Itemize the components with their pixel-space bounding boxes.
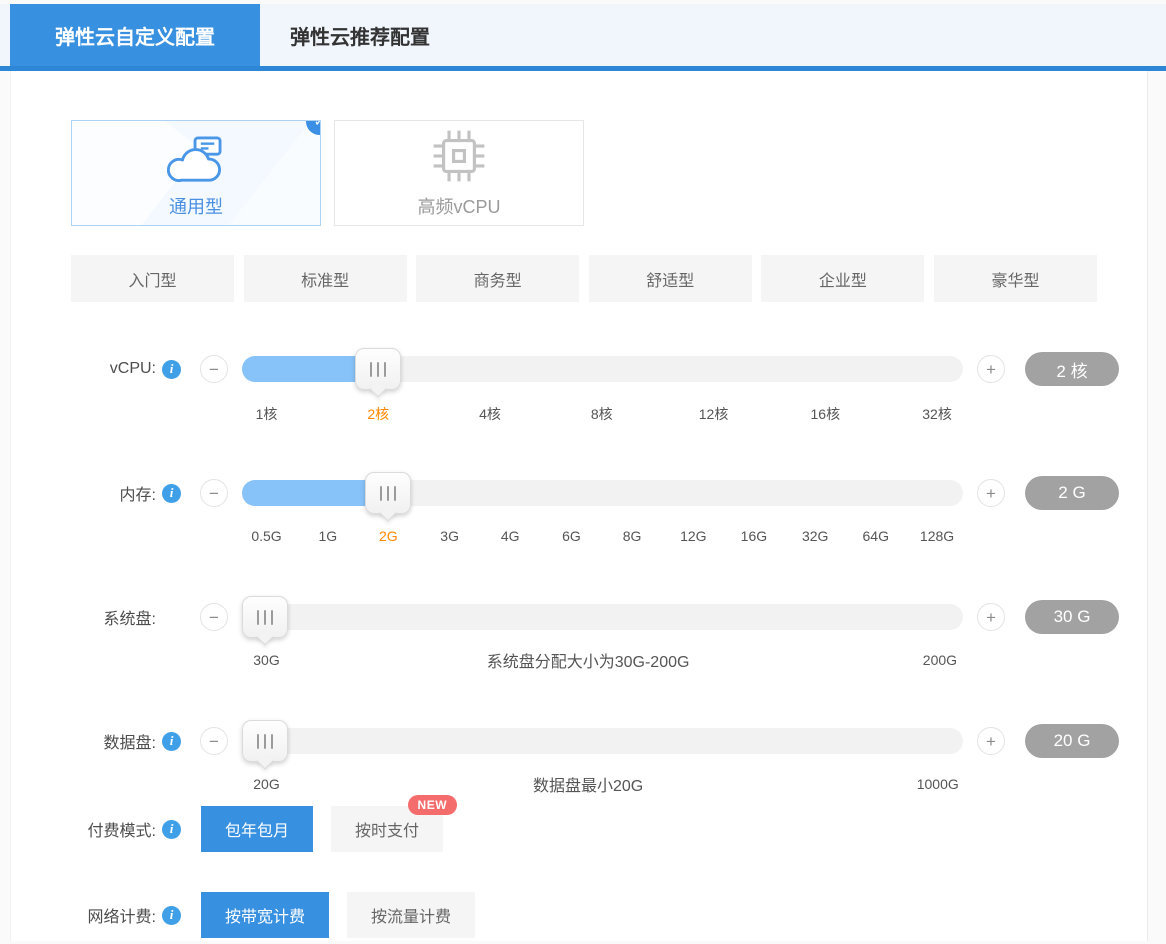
preset-button-3[interactable]: 商务型: [416, 255, 580, 302]
memory-label: 内存:: [119, 487, 156, 504]
system-disk-label: 系统盘:: [103, 611, 156, 628]
system-disk-note: 系统盘分配大小为30G-200G: [486, 654, 690, 671]
memory-increase-button[interactable]: +: [977, 479, 1005, 507]
tab-recommended-config[interactable]: 弹性云推荐配置: [260, 4, 475, 66]
preset-button-5[interactable]: 企业型: [761, 255, 925, 302]
network-billing-label: 网络计费:: [87, 909, 156, 926]
system-disk-increase-button[interactable]: +: [977, 603, 1005, 631]
slider-row-memory: 内存: i − 0.5G 1G 2G 3G 4G 6G 8G 12G 16G 32G 64G 128G +2 …: [11, 464, 1147, 564]
payment-option-prepaid-button[interactable]: 包年包月: [201, 806, 314, 852]
card-label: 高频vCPU: [417, 197, 501, 217]
tab-bar: 弹性云自定义配置 弹性云推荐配置: [0, 4, 1166, 71]
data-disk-note: 数据盘最小20G: [532, 778, 644, 795]
system-disk-label-cell: 系统盘:: [11, 605, 181, 629]
data-disk-slider-handle[interactable]: [242, 720, 289, 762]
data-disk-label: 数据盘:: [103, 735, 156, 752]
memory-tick-128G: 128G: [919, 528, 955, 544]
preset-button-1[interactable]: 入门型: [71, 255, 234, 302]
data-disk-slider-track[interactable]: [242, 720, 963, 762]
vcpu-label: vCPU:: [109, 360, 156, 377]
system-disk-slider-track[interactable]: [242, 596, 963, 638]
data-disk-value-badge: 20 G: [1025, 724, 1119, 758]
cloud-server-icon: [165, 127, 227, 185]
network-billing-label-cell: 网络计费: i: [11, 903, 181, 927]
info-icon[interactable]: i: [162, 731, 181, 751]
vcpu-slider-handle[interactable]: [355, 348, 402, 390]
card-label: 通用型: [169, 197, 223, 217]
vcpu-slider-track[interactable]: [242, 348, 963, 390]
network-billing-row: 网络计费: i 按带宽计费 按流量计费: [11, 886, 1147, 944]
preset-row: 入门型 标准型 商务型 舒适型 企业型 豪华型: [71, 255, 1097, 302]
payment-option-hourly-button[interactable]: 按时支付 NEW: [331, 795, 458, 852]
system-disk-tick-30G: 30G: [253, 652, 280, 668]
slider-row-data-disk: 数据盘: i − 20G 1000G 数据盘最小20G +20 G: [11, 712, 1147, 812]
info-icon[interactable]: i: [162, 819, 181, 839]
system-disk-decrease-button[interactable]: −: [200, 603, 228, 631]
instance-type-cards: ✓ 通用型: [71, 120, 584, 226]
memory-decrease-button[interactable]: −: [200, 479, 228, 507]
info-icon[interactable]: i: [162, 359, 181, 379]
vcpu-tick-8核: 8核: [590, 406, 613, 422]
new-badge: NEW: [407, 795, 458, 815]
vcpu-tick-32核: 32核: [922, 406, 952, 422]
network-option-bandwidth-button[interactable]: 按带宽计费: [201, 892, 330, 938]
data-disk-tick-20G: 20G: [253, 776, 280, 792]
memory-tick-12G: 12G: [680, 528, 707, 544]
network-option-traffic-button[interactable]: 按流量计费: [347, 892, 476, 938]
vcpu-tick-1核: 1核: [255, 406, 278, 422]
memory-tick-6G: 6G: [562, 528, 581, 544]
vcpu-label-cell: vCPU: i: [11, 359, 181, 379]
memory-tick-0.5G: 0.5G: [251, 528, 282, 544]
system-disk-value-badge: 30 G: [1025, 600, 1119, 634]
config-panel: ✓ 通用型: [10, 71, 1148, 941]
tab-custom-config[interactable]: 弹性云自定义配置: [10, 4, 260, 66]
memory-value-badge: 2 G: [1025, 476, 1119, 510]
preset-button-2[interactable]: 标准型: [243, 255, 407, 302]
info-icon[interactable]: i: [162, 905, 181, 925]
vcpu-tick-2核: 2核: [367, 406, 390, 422]
memory-tick-1G: 1G: [318, 528, 338, 544]
payment-mode-label-cell: 付费模式: i: [11, 817, 181, 841]
vcpu-decrease-button[interactable]: −: [200, 355, 228, 383]
info-icon[interactable]: i: [162, 483, 181, 503]
memory-tick-4G: 4G: [500, 528, 520, 544]
memory-label-cell: 内存: i: [11, 481, 181, 505]
slider-row-vcpu: vCPU: i − 1核 2核 4核 8核 12核 16核 32核 +2 核: [11, 340, 1147, 440]
data-disk-decrease-button[interactable]: −: [200, 727, 228, 755]
payment-mode-row: 付费模式: i 包年包月 按时支付 NEW: [11, 795, 1147, 858]
memory-slider-handle[interactable]: [365, 472, 412, 514]
memory-tick-2G: 2G: [379, 528, 398, 544]
vcpu-tick-16核: 16核: [810, 406, 841, 422]
system-disk-slider-handle[interactable]: [242, 596, 289, 638]
payment-option-label: 按时支付: [355, 823, 420, 840]
data-disk-tick-1000G: 1000G: [916, 776, 959, 792]
system-disk-tick-200G: 200G: [922, 652, 958, 668]
memory-tick-32G: 32G: [801, 528, 829, 544]
card-general-type[interactable]: ✓ 通用型: [71, 120, 321, 226]
vcpu-value-badge: 2 核: [1025, 352, 1119, 386]
data-disk-increase-button[interactable]: +: [977, 727, 1005, 755]
memory-tick-64G: 64G: [862, 528, 889, 544]
vcpu-tick-12核: 12核: [698, 406, 729, 422]
vcpu-increase-button[interactable]: +: [977, 355, 1005, 383]
payment-mode-label: 付费模式:: [87, 823, 156, 840]
data-disk-label-cell: 数据盘: i: [11, 729, 181, 753]
memory-tick-3G: 3G: [440, 528, 459, 544]
card-high-freq-vcpu[interactable]: 高频vCPU: [334, 120, 584, 226]
vcpu-tick-4核: 4核: [479, 406, 501, 422]
memory-tick-8G: 8G: [622, 528, 642, 544]
slider-row-system-disk: 系统盘: − 30G 200G 系统盘分配大小为30G-200G +30 G: [11, 588, 1147, 688]
cpu-icon: [430, 127, 488, 185]
preset-button-4[interactable]: 舒适型: [588, 255, 752, 302]
check-icon: ✓: [306, 121, 320, 135]
memory-tick-16G: 16G: [740, 528, 768, 544]
memory-slider-track[interactable]: [242, 472, 963, 514]
preset-button-6[interactable]: 豪华型: [933, 255, 1097, 302]
